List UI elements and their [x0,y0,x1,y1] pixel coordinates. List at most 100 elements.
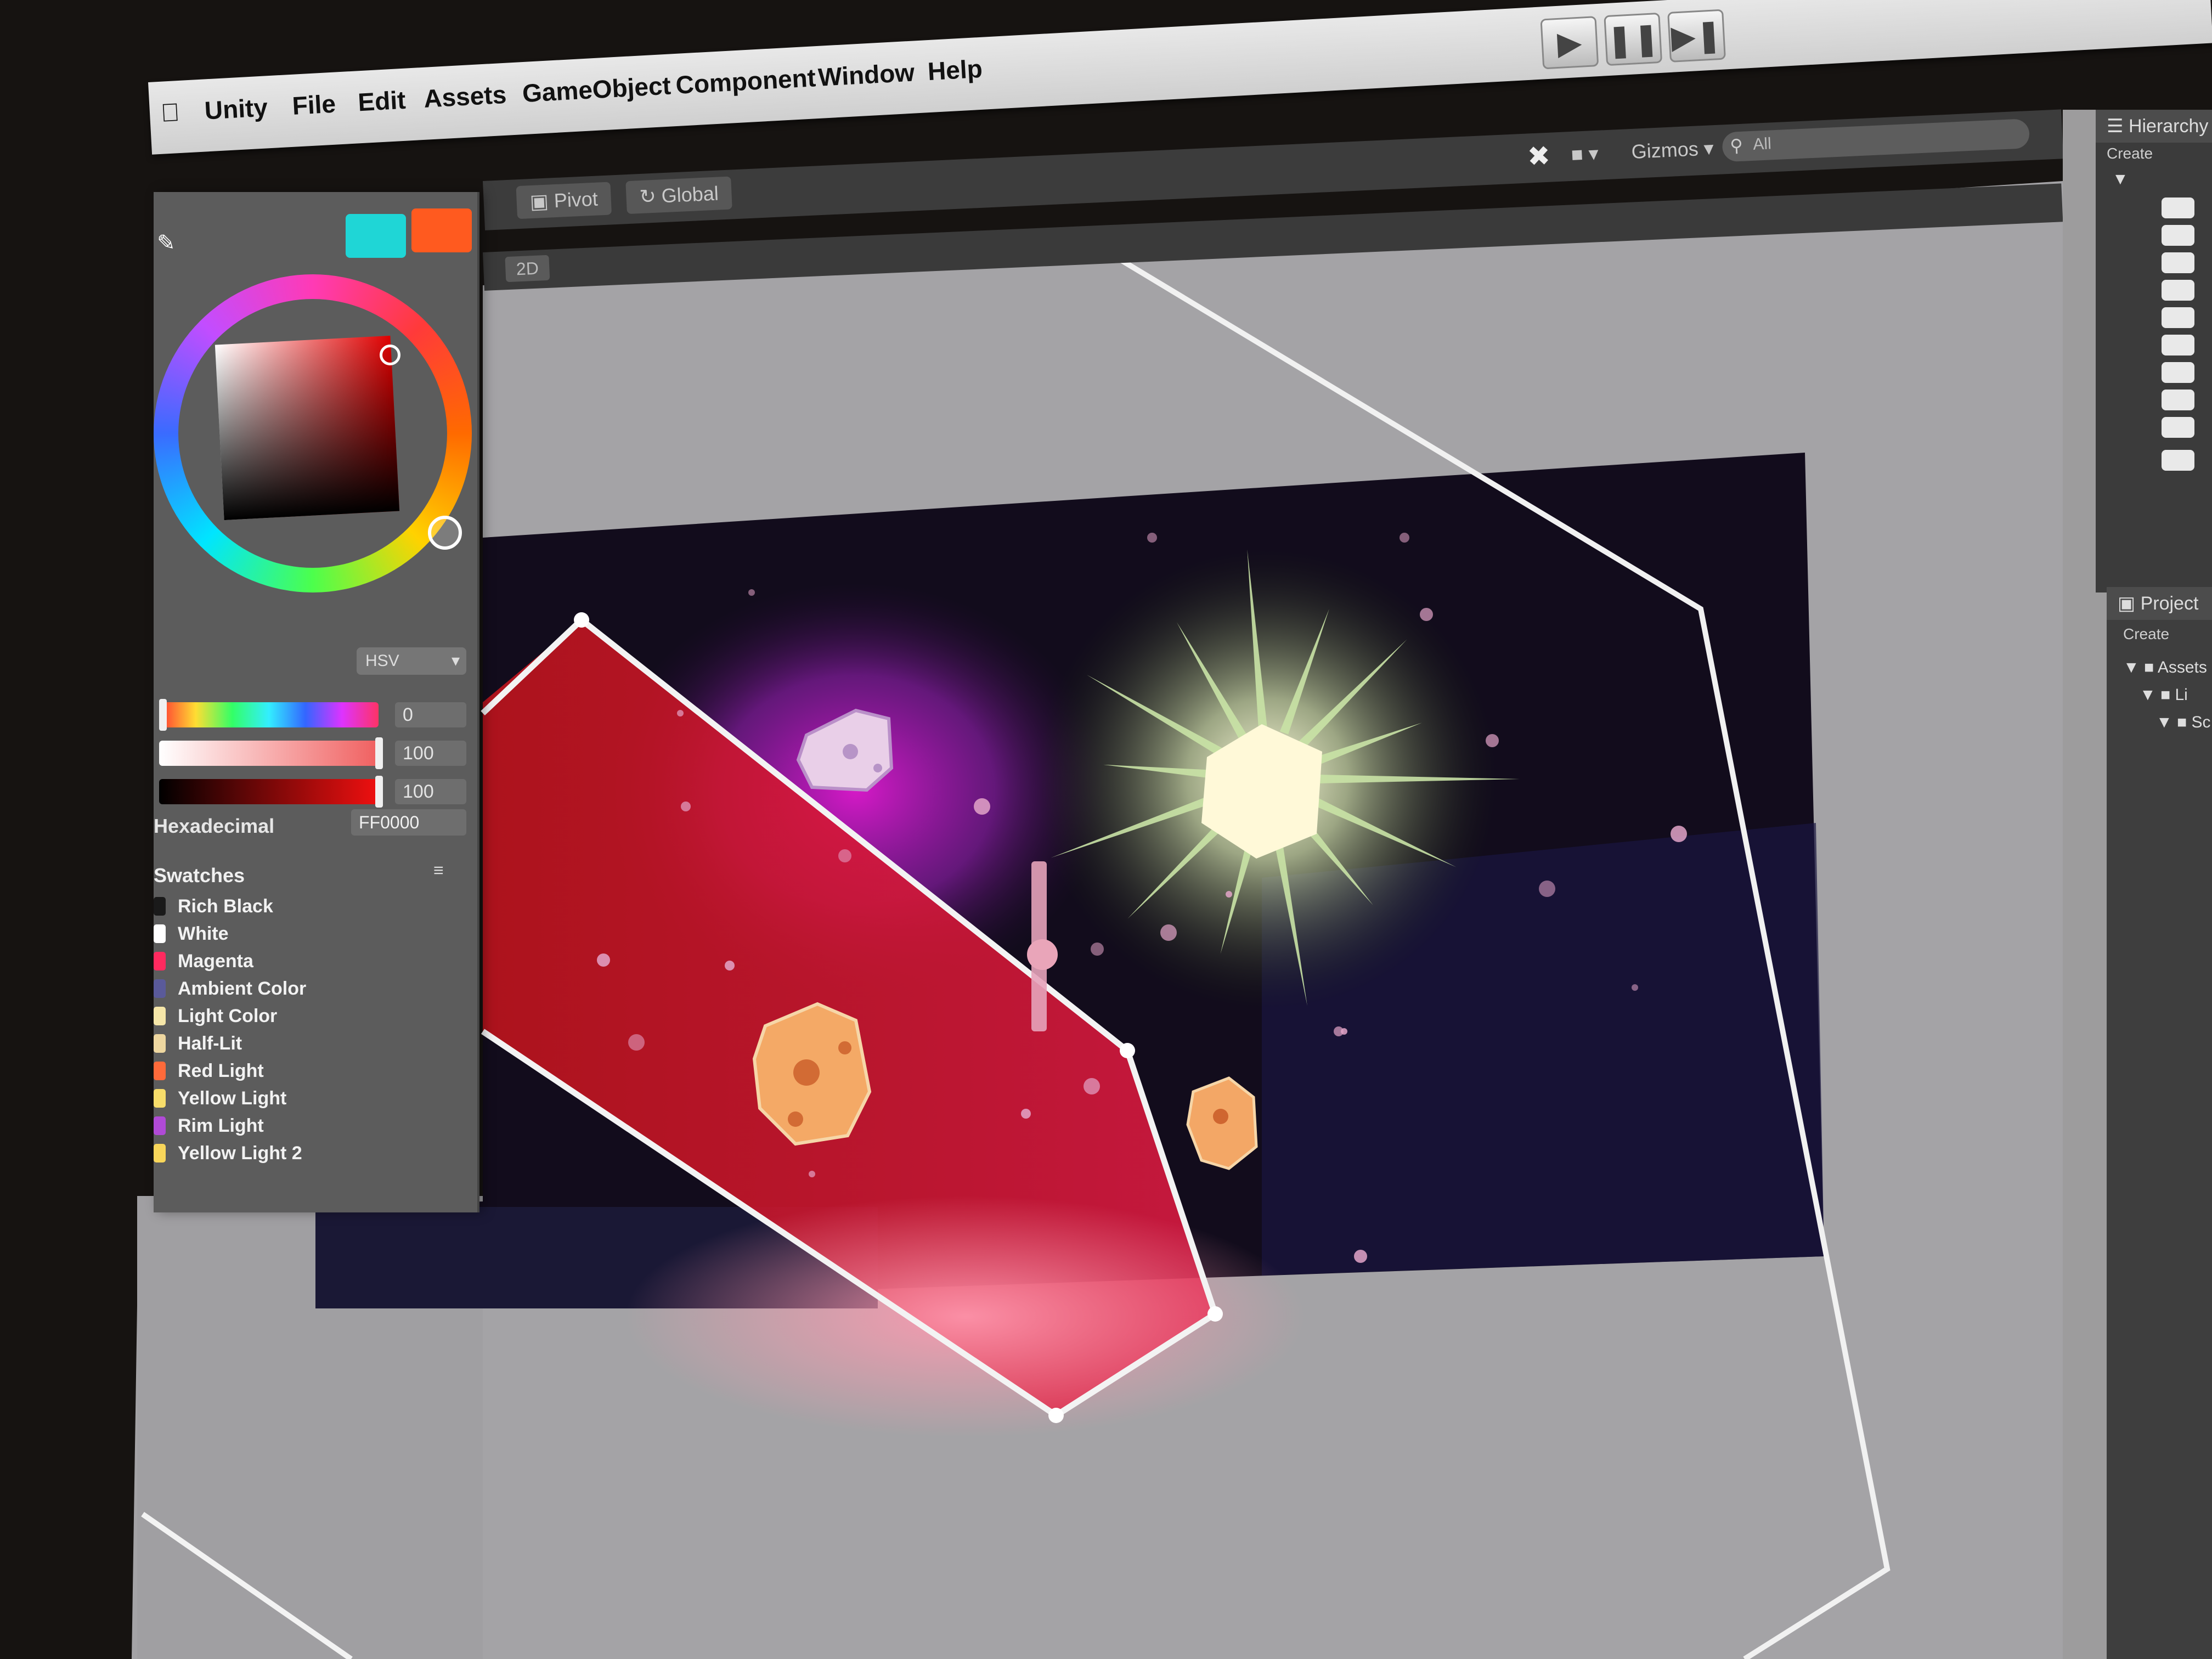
swatch-item[interactable]: Ambient Color [154,977,306,1001]
eyedropper-icon[interactable]: ✎ [157,230,176,256]
hue-slider-handle[interactable] [159,699,167,731]
hex-label: Hexadecimal [154,815,275,837]
menu-file[interactable]: File [291,89,336,121]
swatch-color-chip [154,1089,166,1108]
collider-vertex[interactable] [1120,1043,1135,1058]
menu-gameobject[interactable]: GameObject [522,71,672,109]
hue-wheel[interactable] [154,274,472,592]
swatch-name: Magenta [178,950,253,972]
color-mode-select[interactable]: HSV ▾ [357,647,466,675]
hierarchy-create-button[interactable]: Create [2107,145,2153,162]
project-subfolder[interactable]: ▼ ■ Li [2140,686,2188,708]
saturation-value-handle[interactable] [380,345,400,365]
value-slider[interactable] [159,779,379,804]
hierarchy-item[interactable] [2162,417,2194,438]
swatches-title: Swatches [154,864,245,887]
hierarchy-item[interactable] [2162,390,2194,410]
hierarchy-item[interactable] [2162,225,2194,246]
particle [1539,881,1555,897]
hierarchy-item[interactable] [2162,252,2194,273]
particle [1486,734,1499,747]
swatch-item[interactable]: Yellow Light 2 [154,1141,302,1165]
menu-help[interactable]: Help [927,54,983,86]
pivot-button[interactable]: ▣ Pivot [516,182,612,219]
swatch-item[interactable]: Rim Light [154,1114,264,1138]
hierarchy-item[interactable] [2162,280,2194,301]
previous-color-swatch[interactable] [411,208,472,252]
value-value-field[interactable]: 100 [395,779,466,804]
hierarchy-item[interactable] [2162,198,2194,218]
hierarchy-panel: ☰ Hierarchy Create ▼ [2096,110,2212,592]
menu-window[interactable]: Window [817,57,916,92]
menu-component[interactable]: Component [675,63,816,100]
swatch-color-chip [154,1144,166,1163]
saturation-value-square[interactable] [215,335,400,521]
global-icon: ↻ [639,184,657,208]
color-picker-panel: ✎ HSV ▾ 0 100 100 Hexadecimal FF0000 Swa… [154,192,479,1212]
unity-editor-screen:  Unity File Edit Assets GameObject Comp… [0,0,2212,1659]
swatch-color-chip [154,1116,166,1135]
hue-handle[interactable] [428,516,462,550]
swatch-item[interactable]: Half-Lit [154,1031,242,1056]
hue-slider[interactable] [159,702,379,727]
project-row-label: Sc [2191,713,2211,731]
hierarchy-item[interactable] [2162,307,2194,328]
value-slider-handle[interactable] [375,776,383,808]
collider-vertex[interactable] [1048,1408,1064,1423]
step-icon[interactable]: ▶❚ [1667,9,1726,63]
search-placeholder: All [1752,134,1772,154]
swatch-name: Yellow Light 2 [178,1142,302,1164]
hierarchy-tab[interactable]: ☰ Hierarchy [2096,110,2212,143]
saturation-value-field[interactable]: 100 [395,741,466,766]
project-create-button[interactable]: Create [2123,625,2169,643]
swatch-color-chip [154,1007,166,1025]
swatch-name: Light Color [178,1005,278,1026]
project-row-label: Assets [2157,658,2207,676]
menu-assets[interactable]: Assets [423,80,507,114]
camera-icon[interactable]: ■ ▾ [1558,137,1612,172]
scene-search-input[interactable]: ⚲ All [1722,119,2030,162]
hierarchy-icon: ☰ [2107,116,2124,137]
particle [725,961,735,970]
particle [1084,1078,1100,1094]
menu-unity[interactable]: Unity [204,92,269,125]
hue-value-field[interactable]: 0 [395,702,466,727]
apple-icon[interactable]:  [160,97,180,128]
swatch-item[interactable]: Yellow Light [154,1086,286,1110]
saturation-slider-handle[interactable] [375,737,383,769]
color-mode-label: HSV [365,652,399,670]
hierarchy-root-row[interactable]: ▼ [2112,170,2129,189]
tools-icon[interactable]: ✖ [1514,139,1565,174]
current-color-swatch [346,214,406,258]
swatch-item[interactable]: White [154,922,229,946]
hierarchy-item[interactable] [2162,335,2194,356]
swatches-menu-icon[interactable]: ≡ [433,860,444,881]
swatch-item[interactable]: Magenta [154,949,253,973]
mode-2d-button[interactable]: 2D [505,255,550,283]
collider-vertex[interactable] [574,612,589,628]
global-label: Global [661,182,719,207]
hex-input[interactable]: FF0000 [351,809,466,836]
pause-icon[interactable]: ❚❚ [1604,12,1663,66]
saturation-slider[interactable] [159,741,379,766]
swatch-name: Red Light [178,1060,264,1081]
particle [1354,1250,1367,1263]
hierarchy-item[interactable] [2162,362,2194,383]
swatch-name: Rich Black [178,895,273,917]
swatch-color-chip [154,897,166,916]
swatch-item[interactable]: Rich Black [154,894,273,918]
swatch-item[interactable]: Light Color [154,1004,277,1028]
project-assets-folder[interactable]: ▼ ■ Assets [2123,658,2207,680]
menu-edit[interactable]: Edit [357,85,407,117]
particle [1671,826,1687,842]
collider-vertex[interactable] [1207,1306,1223,1322]
global-button[interactable]: ↻ Global [625,176,733,215]
project-subfolder[interactable]: ▼ ■ Sc [2156,713,2211,735]
project-tab[interactable]: ▣ Project [2107,587,2212,620]
swatch-item[interactable]: Red Light [154,1059,264,1083]
hierarchy-item[interactable] [2162,450,2194,471]
gizmos-dropdown[interactable]: Gizmos ▾ [1617,131,1728,169]
play-icon[interactable]: ▶ [1540,16,1599,70]
particle [628,1034,645,1051]
swatch-name: Ambient Color [178,978,307,999]
